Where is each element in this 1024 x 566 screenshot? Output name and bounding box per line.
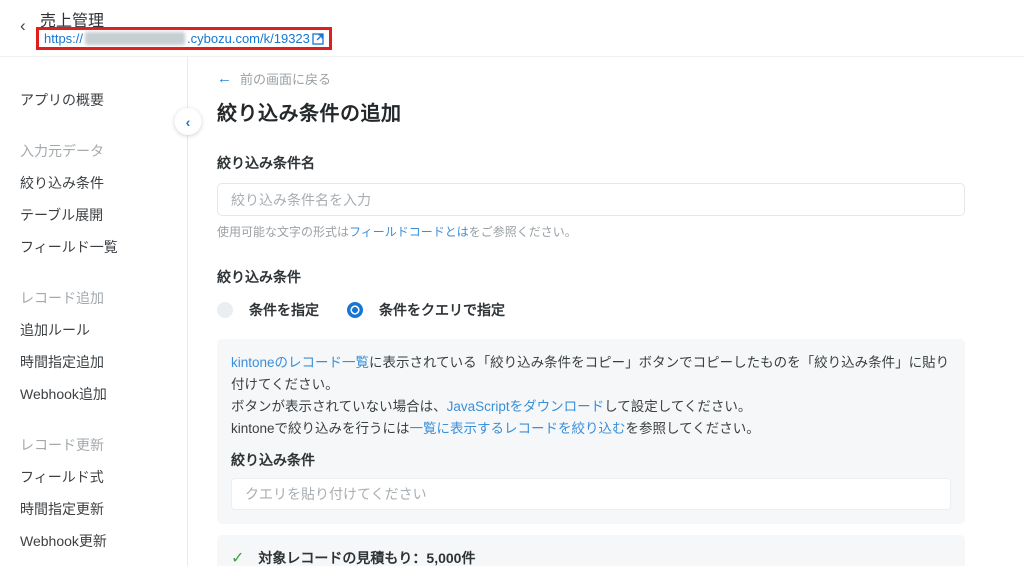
filter-name-input[interactable] [217,183,965,216]
sidebar-item-scheduled-update[interactable]: 時間指定更新 [0,493,187,525]
app-url-link[interactable]: https:// .cybozu.com/k/19323 [44,31,324,46]
javascript-download-link[interactable]: JavaScriptをダウンロード [447,399,605,414]
sidebar-section-record-add: レコード追加 [0,282,187,314]
radio-checked-icon[interactable] [347,302,363,318]
app-header: ‹ 売上管理 https:// .cybozu.com/k/19323 [0,0,1024,57]
field-code-help-link[interactable]: フィールドコードとは [349,225,469,239]
help-text-pre: 使用可能な文字の形式は [217,225,349,239]
app-settings-page: ‹ 売上管理 https:// .cybozu.com/k/19323 ‹ アプ… [0,0,1024,566]
info-line-3-post: を参照してください。 [626,421,760,436]
sidebar-item-scheduled-add[interactable]: 時間指定追加 [0,346,187,378]
external-link-icon[interactable] [312,33,324,45]
back-link-label: 前の画面に戻る [240,69,331,88]
sidebar-item-webhook-update[interactable]: Webhook更新 [0,525,187,557]
query-input[interactable] [231,478,951,510]
sidebar-collapse-button[interactable]: ‹ [175,108,202,135]
url-annotation-box: https:// .cybozu.com/k/19323 [36,27,332,50]
info-line-2-post: して設定してください。 [604,399,751,414]
sidebar-item-add-rules[interactable]: 追加ルール [0,314,187,346]
info-line-3-pre: kintoneで絞り込みを行うには [231,421,410,436]
url-redaction-blur [85,32,185,45]
info-line-3: kintoneで絞り込みを行うには一覧に表示するレコードを絞り込むを参照してくだ… [231,418,951,440]
info-line-2: ボタンが表示されていない場合は、JavaScriptをダウンロードして設定してく… [231,396,951,418]
main-content: ← 前の画面に戻る 絞り込み条件の追加 絞り込み条件名 使用可能な文字の形式はフ… [188,57,1024,566]
sidebar-item-app-overview[interactable]: アプリの概要 [0,84,187,116]
url-prefix: https:// [44,31,83,46]
record-estimate-panel: ✓ 対象レコードの見積もり：5,000件 [217,535,965,566]
record-estimate-text: 対象レコードの見積もり：5,000件 [258,548,475,566]
url-suffix: .cybozu.com/k/19323 [187,31,310,46]
back-to-previous-link[interactable]: ← 前の画面に戻る [217,69,965,88]
filter-condition-label: 絞り込み条件 [217,267,965,287]
radio-specify-condition[interactable]: 条件を指定 [217,300,319,320]
sidebar-section-input-source: 入力元データ [0,135,187,167]
info-line-2-pre: ボタンが表示されていない場合は、 [231,399,447,414]
page-title: 絞り込み条件の追加 [217,97,965,126]
filter-name-help: 使用可能な文字の形式はフィールドコードとはをご参照ください。 [217,223,965,240]
query-info-panel: kintoneのレコード一覧に表示されている「絞り込み条件をコピー」ボタンでコピ… [217,339,965,524]
filter-records-help-link[interactable]: 一覧に表示するレコードを絞り込む [410,421,626,436]
header-back-chevron-icon[interactable]: ‹ [20,17,26,34]
sidebar-item-field-expression[interactable]: フィールド式 [0,461,187,493]
filter-name-label: 絞り込み条件名 [217,153,965,173]
help-text-post: をご参照ください。 [469,225,577,239]
kintone-record-list-link[interactable]: kintoneのレコード一覧 [231,355,369,370]
radio-query-label: 条件をクエリで指定 [379,300,505,320]
radio-unchecked-icon[interactable] [217,302,233,318]
info-line-1: kintoneのレコード一覧に表示されている「絞り込み条件をコピー」ボタンでコピ… [231,352,951,396]
back-arrow-icon: ← [217,70,232,87]
radio-specify-by-query[interactable]: 条件をクエリで指定 [347,300,505,320]
check-icon: ✓ [231,548,244,566]
query-field-label: 絞り込み条件 [231,450,951,470]
sidebar-item-field-list[interactable]: フィールド一覧 [0,231,187,263]
sidebar-section-record-update: レコード更新 [0,429,187,461]
sidebar-item-webhook-add[interactable]: Webhook追加 [0,378,187,410]
sidebar-item-table-expand[interactable]: テーブル展開 [0,199,187,231]
sidebar: アプリの概要 入力元データ 絞り込み条件 テーブル展開 フィールド一覧 レコード… [0,57,188,566]
condition-radio-group: 条件を指定 条件をクエリで指定 [217,300,965,320]
radio-specify-label: 条件を指定 [249,300,319,320]
sidebar-item-filter-conditions[interactable]: 絞り込み条件 [0,167,187,199]
